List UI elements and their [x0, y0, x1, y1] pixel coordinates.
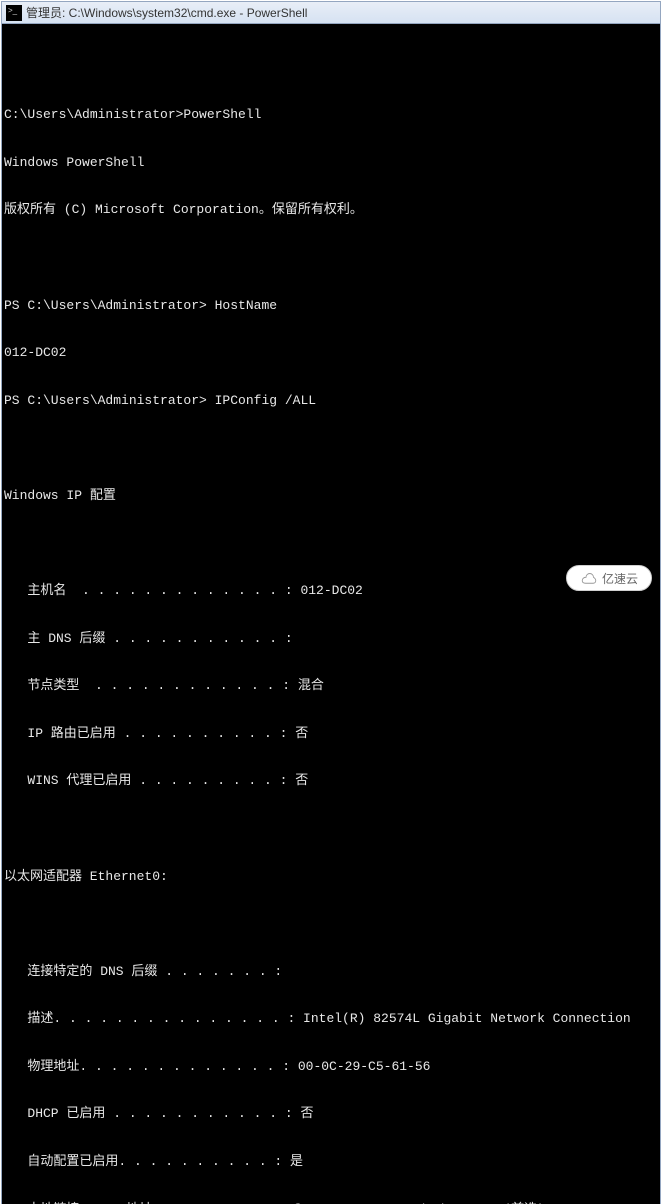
terminal-body[interactable]: C:\Users\Administrator>PowerShell Window…: [2, 24, 660, 1204]
output-line: 012-DC02: [4, 345, 654, 361]
output-line: 描述. . . . . . . . . . . . . . . : Intel(…: [4, 1011, 654, 1027]
watermark-text: 亿速云: [602, 570, 638, 587]
output-line: Windows PowerShell: [4, 155, 654, 171]
window-title: 管理员: C:\Windows\system32\cmd.exe - Power…: [26, 4, 307, 21]
cmd-icon: [6, 5, 22, 21]
output-line: DHCP 已启用 . . . . . . . . . . . : 否: [4, 1106, 654, 1122]
output-line: IP 路由已启用 . . . . . . . . . . : 否: [4, 726, 654, 742]
output-line: C:\Users\Administrator>PowerShell: [4, 107, 654, 123]
output-line: 节点类型 . . . . . . . . . . . . : 混合: [4, 678, 654, 694]
output-line: 版权所有 (C) Microsoft Corporation。保留所有权利。: [4, 202, 654, 218]
output-line: 物理地址. . . . . . . . . . . . . : 00-0C-29…: [4, 1059, 654, 1075]
output-line: 以太网适配器 Ethernet0:: [4, 869, 654, 885]
output-line: 连接特定的 DNS 后缀 . . . . . . . :: [4, 964, 654, 980]
output-line: 本地链接 IPv6 地址. . . . . . . . : fe80::859e…: [4, 1202, 654, 1204]
output-line: Windows IP 配置: [4, 488, 654, 504]
cmd-window: 管理员: C:\Windows\system32\cmd.exe - Power…: [1, 1, 661, 1204]
titlebar[interactable]: 管理员: C:\Windows\system32\cmd.exe - Power…: [2, 2, 660, 24]
output-line: WINS 代理已启用 . . . . . . . . . : 否: [4, 773, 654, 789]
output-line: 主 DNS 后缀 . . . . . . . . . . . :: [4, 631, 654, 647]
output-line: PS C:\Users\Administrator> IPConfig /ALL: [4, 393, 654, 409]
output-line: PS C:\Users\Administrator> HostName: [4, 298, 654, 314]
output-line: 主机名 . . . . . . . . . . . . . : 012-DC02: [4, 583, 654, 599]
output-line: 自动配置已启用. . . . . . . . . . : 是: [4, 1154, 654, 1170]
cloud-icon: [580, 572, 598, 584]
watermark-badge: 亿速云: [566, 565, 652, 591]
